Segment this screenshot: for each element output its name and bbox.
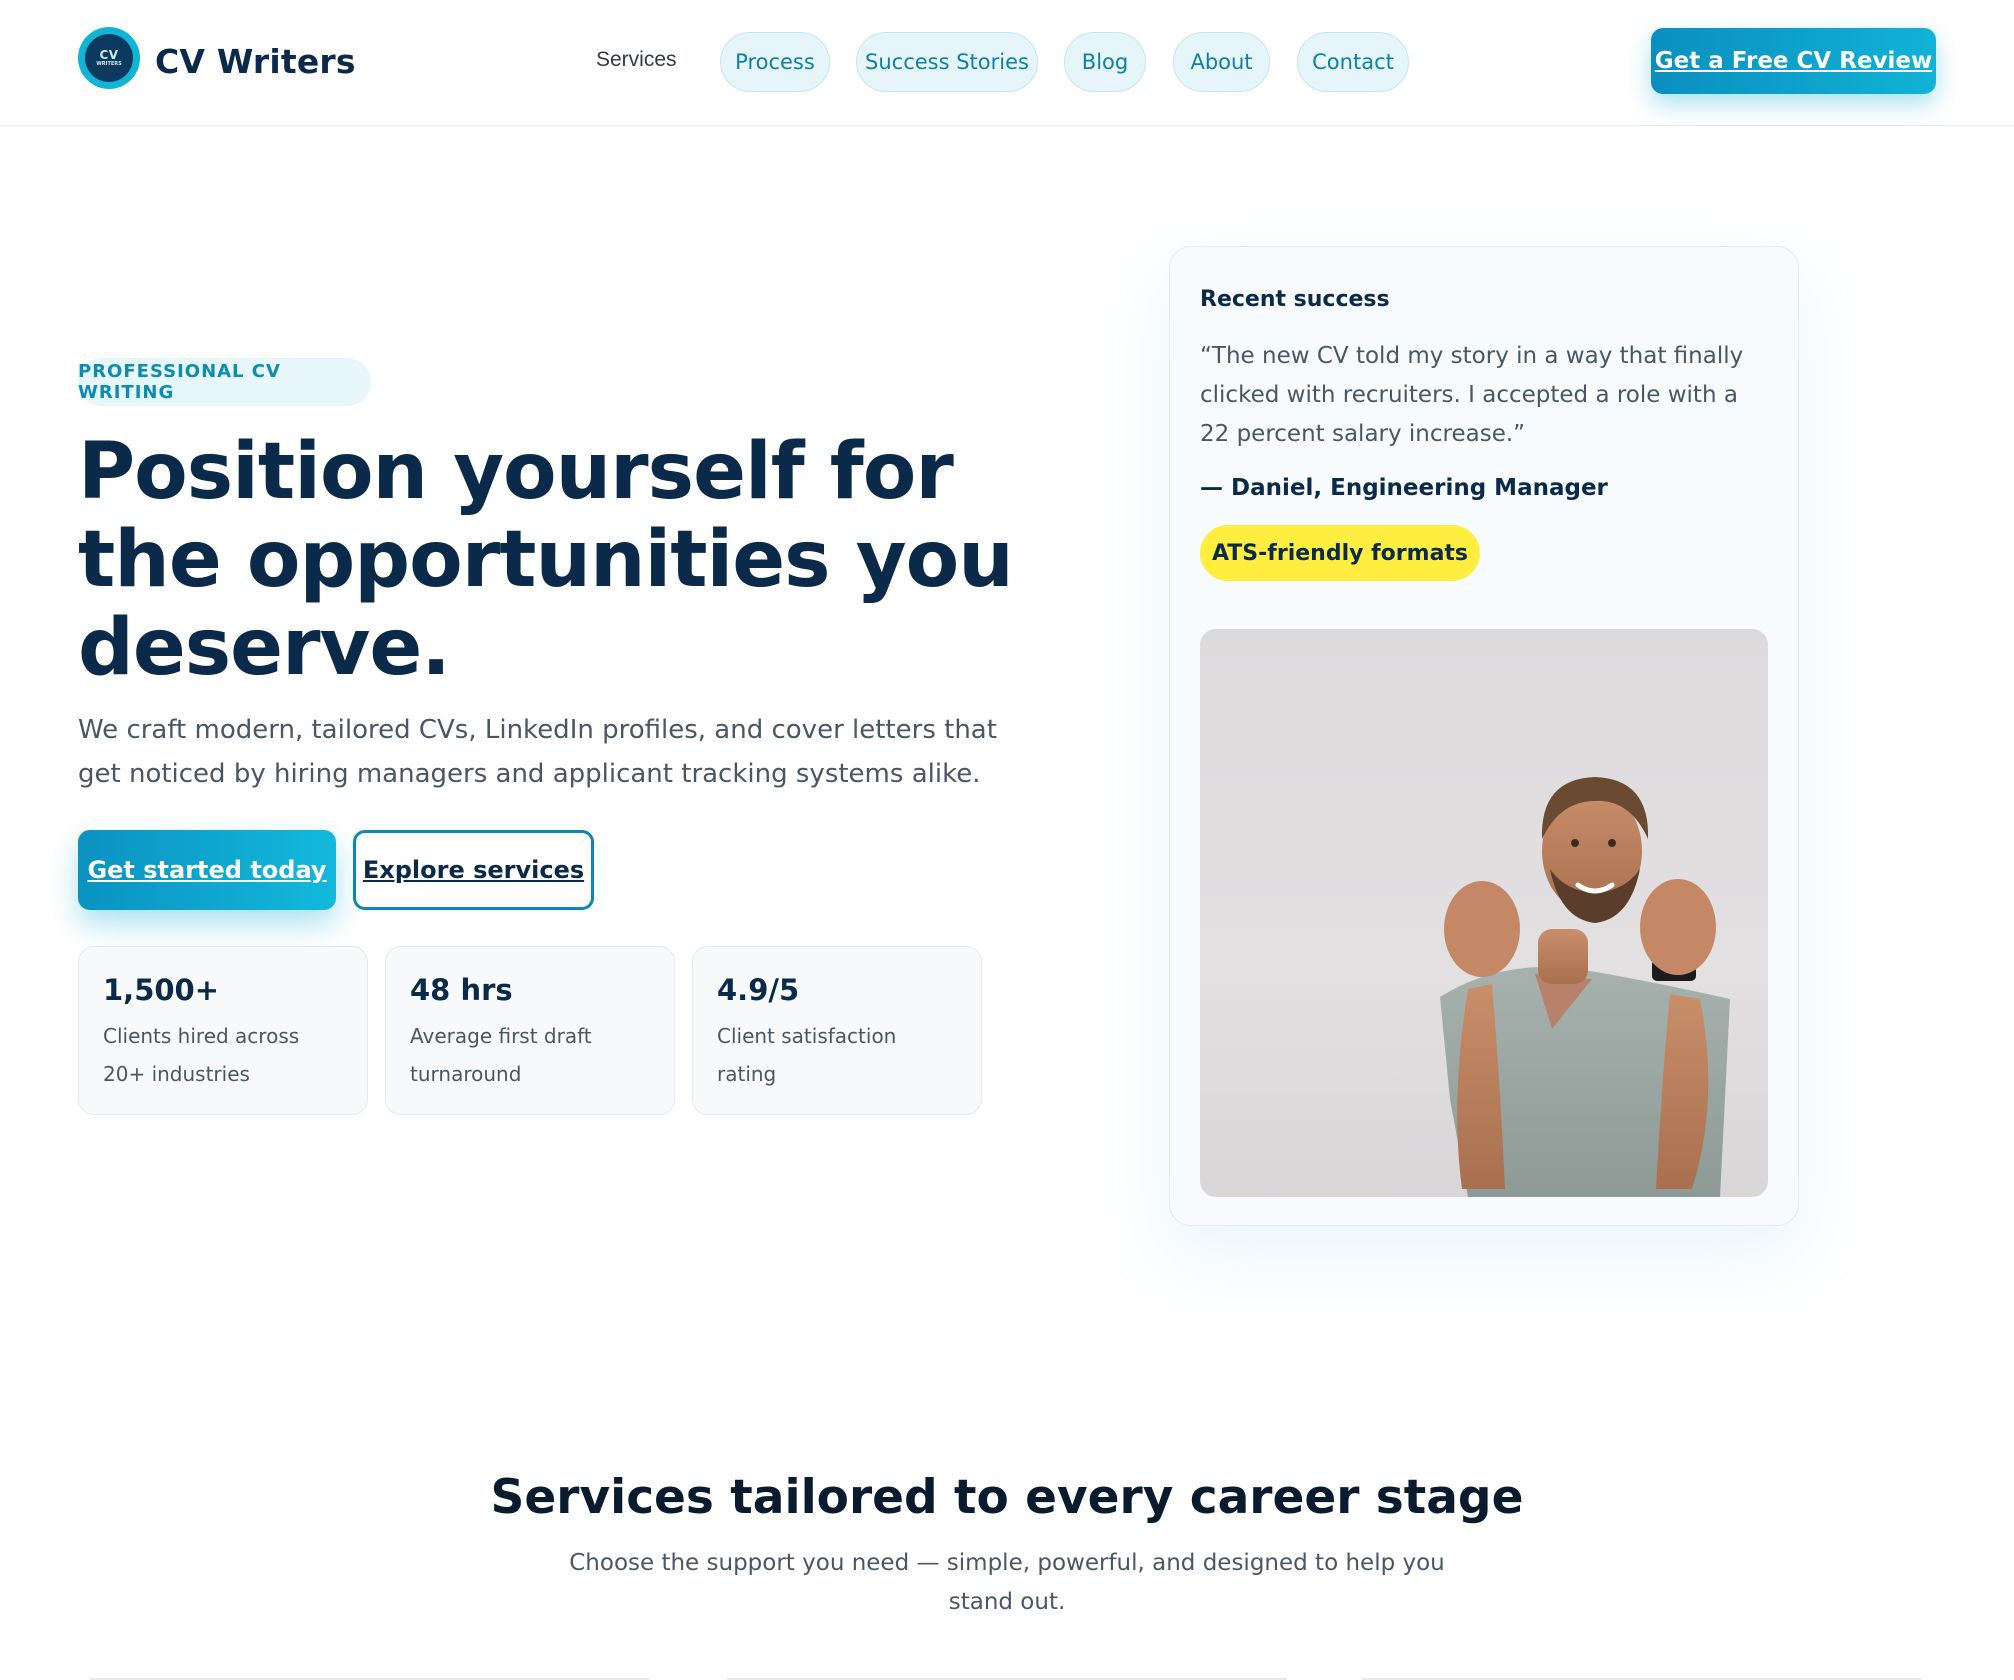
testimonial-heading: Recent success (1200, 287, 1390, 312)
stat-value: 4.9/5 (717, 973, 800, 1007)
nav-link-contact[interactable]: Contact (1297, 32, 1409, 92)
get-started-button[interactable]: Get started today (78, 830, 336, 910)
stat-label: Client satisfaction rating (717, 1024, 897, 1086)
brand-name[interactable]: CV Writers (155, 42, 356, 81)
hero-subtitle: We craft modern, tailored CVs, LinkedIn … (78, 715, 997, 789)
stat-card-turnaround: 48 hrs Average first draft turnaround (385, 946, 675, 1115)
ats-friendly-badge: ATS-friendly formats (1200, 525, 1480, 581)
testimonial-card: Recent success “The new CV told my story… (1169, 246, 1799, 1226)
nav-link-success-stories[interactable]: Success Stories (856, 32, 1038, 92)
logo-text-cv: CV (99, 48, 119, 62)
stat-value: 1,500+ (103, 973, 220, 1007)
stat-card-clients: 1,500+ Clients hired across 20+ industri… (78, 946, 368, 1115)
testimonial-quote: “The new CV told my story in a way that … (1200, 343, 1744, 447)
nav-link-about[interactable]: About (1173, 32, 1270, 92)
celebrating-man-photo (1200, 629, 1768, 1197)
man-illustration (1440, 777, 1730, 1197)
logo-mark: CV WRITERS (85, 34, 133, 82)
logo-icon[interactable]: CV WRITERS (78, 27, 140, 89)
stat-label: Average first draft turnaround (410, 1024, 592, 1086)
logo-text-writers: WRITERS (96, 61, 122, 67)
site-header: CV WRITERS CV Writers Services Process S… (0, 0, 2014, 126)
free-cv-review-button[interactable]: Get a Free CV Review (1651, 28, 1936, 94)
nav-link-process[interactable]: Process (720, 32, 830, 92)
stat-label: Clients hired across 20+ industries (103, 1024, 300, 1086)
testimonial-author: — Daniel, Engineering Manager (1200, 475, 1608, 501)
nav-link-blog[interactable]: Blog (1064, 32, 1146, 92)
services-section-title: Services tailored to every career stage (490, 1470, 1524, 1525)
stat-card-satisfaction: 4.9/5 Client satisfaction rating (692, 946, 982, 1115)
services-section-subtitle: Choose the support you need — simple, po… (569, 1550, 1445, 1615)
stat-value: 48 hrs (410, 973, 513, 1007)
hero-eyebrow-badge: PROFESSIONAL CV WRITING (78, 358, 371, 406)
nav-link-services[interactable]: Services (596, 48, 677, 72)
explore-services-button[interactable]: Explore services (353, 830, 594, 910)
hero-title: Position yourself for the opportunities … (78, 427, 1014, 693)
